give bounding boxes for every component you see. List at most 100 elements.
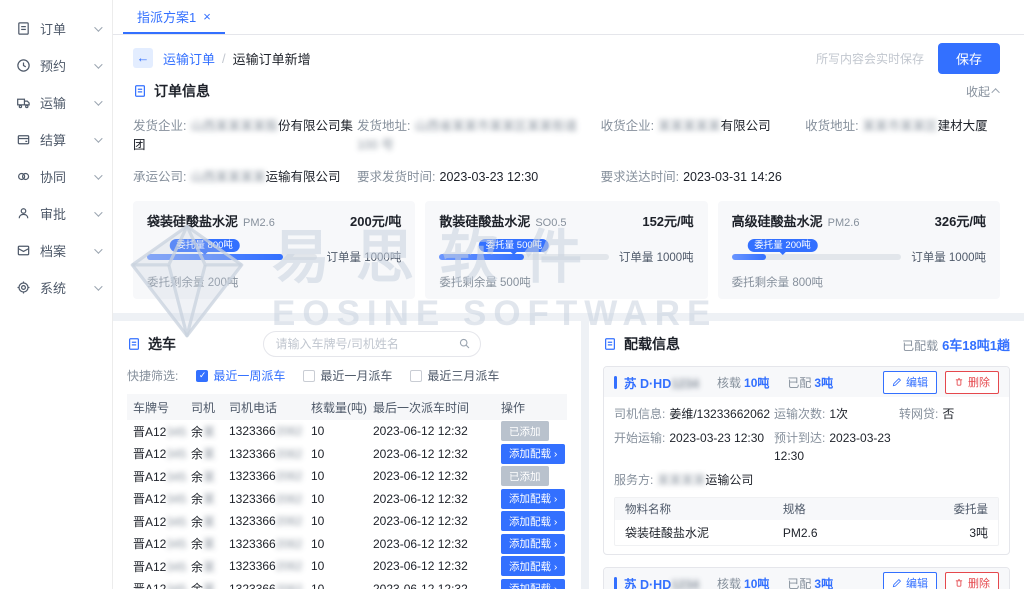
close-icon[interactable]: ×: [203, 9, 211, 24]
last-dispatch-cell: 2023-06-12 12:32: [373, 582, 501, 589]
add-load-button[interactable]: 添加配载 ›: [501, 579, 565, 589]
edit-button[interactable]: 编辑: [883, 371, 937, 394]
tab-dispatch-plan[interactable]: 指派方案1 ×: [123, 0, 225, 34]
sidebar-item-reservation[interactable]: 预约: [0, 47, 112, 84]
col-spec: 规格: [783, 501, 909, 517]
filter-checkbox[interactable]: 最近一周派车: [196, 367, 285, 384]
redacted-text: 某: [203, 515, 215, 529]
col-material: 物料名称: [625, 501, 783, 517]
table-row: 晋A12345 余某 13233662062 10 2023-06-12 12:…: [127, 533, 567, 556]
sidebar-item-approval[interactable]: 审批: [0, 195, 112, 232]
chevron-down-icon: [94, 97, 102, 105]
add-load-button[interactable]: 添加配载 ›: [501, 534, 565, 554]
order-fields: 发货企业:山西某某某某股份有限公司集团 发货地址:山西省某某市某某区某某街道 1…: [133, 115, 1000, 185]
sidebar-item-label: 订单: [40, 19, 94, 38]
redacted-text: 2062: [276, 559, 303, 573]
add-load-button[interactable]: 已添加: [501, 421, 549, 441]
driver-cell: 余某: [191, 445, 229, 462]
sidebar-item-collaboration[interactable]: 协同: [0, 158, 112, 195]
product-spec: SO0.5: [535, 217, 566, 229]
field-value: 2023-03-23 12:30: [440, 170, 539, 184]
schedule-icon: [16, 58, 31, 73]
col-plate: 车牌号: [133, 399, 191, 416]
product-price: 152元/吨: [642, 211, 693, 230]
field-value: 2023-03-31 14:26: [683, 170, 782, 184]
capacity-info: 核载10吨: [717, 374, 769, 391]
entrust-remaining: 委托剩余量 800吨: [732, 274, 986, 290]
driver-cell: 余某: [191, 580, 229, 589]
sidebar: 订单 预约 运输 结算 协同 审批 档案: [0, 0, 113, 589]
back-icon: ←: [137, 50, 150, 65]
filter-checkbox[interactable]: 最近三月派车: [410, 367, 499, 384]
delete-button[interactable]: 删除: [945, 572, 999, 589]
add-load-button[interactable]: 添加配载 ›: [501, 489, 565, 509]
plate-cell: 晋A12345: [133, 580, 191, 589]
driver-cell: 余某: [191, 423, 229, 440]
table-row: 晋A12345 余某 13233662062 10 2023-06-12 12:…: [127, 488, 567, 511]
order-field: 收货企业:某某某某某有限公司: [601, 115, 806, 153]
redacted-text: 山西某某某某: [190, 170, 265, 184]
sidebar-item-label: 预约: [40, 56, 94, 75]
add-load-button[interactable]: 添加配载 ›: [501, 556, 565, 576]
order-field: 承运公司:山西某某某某运输有限公司: [133, 166, 357, 185]
product-card: 袋装硅酸盐水泥 PM2.6 200元/吨 委托量 800吨 订单量 1000吨: [133, 201, 415, 299]
section-title: 订单信息: [154, 81, 210, 101]
pencil-icon: [892, 377, 902, 387]
product-price: 200元/吨: [350, 211, 401, 230]
entrust-progress-bar: 委托量 800吨: [147, 254, 317, 260]
product-spec: PM2.6: [828, 217, 860, 229]
start-time: 开始运输:2023-03-23 12:30: [614, 429, 774, 465]
filter-checkbox[interactable]: 最近一月派车: [303, 367, 392, 384]
material-qty: 3吨: [909, 524, 988, 541]
product-name: 袋装硅酸盐水泥: [147, 211, 238, 230]
vehicle-table: 车牌号 司机 司机电话 核载量(吨) 最后一次派车时间 操作 晋A12345 余…: [127, 394, 567, 589]
order-info-header: 订单信息 收起: [133, 81, 1000, 101]
collapse-label: 收起: [966, 83, 990, 100]
sidebar-item-orders[interactable]: 订单: [0, 10, 112, 47]
loaded-summary: 已配载6车18吨1趟: [902, 335, 1010, 354]
checkbox-icon: [303, 370, 315, 382]
col-actions: 操作: [501, 399, 561, 416]
field-value: 有限公司: [721, 119, 771, 133]
phone-cell: 13233662062: [229, 559, 311, 573]
order-quantity: 订单量 1000吨: [619, 249, 694, 265]
col-phone: 司机电话: [229, 399, 311, 416]
breadcrumb-parent[interactable]: 运输订单: [163, 49, 215, 68]
tab-label: 指派方案1: [137, 7, 196, 26]
document-icon: [603, 337, 617, 351]
redacted-text: 某某某某某: [658, 119, 721, 133]
sidebar-item-system[interactable]: 系统: [0, 269, 112, 306]
order-section: ← 运输订单 / 运输订单新增 所写内容会实时保存 保存 订单信息 收起: [113, 35, 1024, 313]
sidebar-item-settlement[interactable]: 结算: [0, 121, 112, 158]
save-button[interactable]: 保存: [938, 43, 1000, 74]
driver-cell: 余某: [191, 513, 229, 530]
back-button[interactable]: ←: [133, 48, 153, 68]
system-icon: [16, 280, 31, 295]
field-label: 收货地址:: [805, 119, 858, 133]
redacted-text: 345: [166, 492, 186, 506]
driver-cell: 余某: [191, 558, 229, 575]
vehicle-plate: 苏 D·HD1234: [624, 373, 699, 392]
redacted-text: 某: [203, 560, 215, 574]
redacted-text: 2062: [276, 492, 303, 506]
settlement-icon: [16, 132, 31, 147]
redacted-text: 2062: [276, 424, 303, 438]
add-load-button[interactable]: 添加配载 ›: [501, 511, 565, 531]
delete-button[interactable]: 删除: [945, 371, 999, 394]
edit-button[interactable]: 编辑: [883, 572, 937, 589]
driver-cell: 余某: [191, 490, 229, 507]
add-load-button[interactable]: 添加配载 ›: [501, 444, 565, 464]
sidebar-item-transport[interactable]: 运输: [0, 84, 112, 121]
col-last-dispatch: 最后一次派车时间: [373, 399, 501, 416]
bottom-panels: 选车 快捷筛选: 最近一周派车: [113, 321, 1024, 589]
entrust-badge: 委托量 200吨: [747, 239, 818, 252]
material-name: 袋装硅酸盐水泥: [625, 524, 783, 541]
document-icon: [127, 337, 141, 351]
sidebar-item-archive[interactable]: 档案: [0, 232, 112, 269]
add-load-button[interactable]: 已添加: [501, 466, 549, 486]
phone-cell: 13233662062: [229, 469, 311, 483]
service-provider: 服务方:某某某某运输公司: [614, 471, 774, 489]
collapse-toggle[interactable]: 收起: [966, 83, 1000, 100]
table-row: 晋A12345 余某 13233662062 10 2023-06-12 12:…: [127, 420, 567, 443]
search-input[interactable]: [263, 331, 481, 357]
